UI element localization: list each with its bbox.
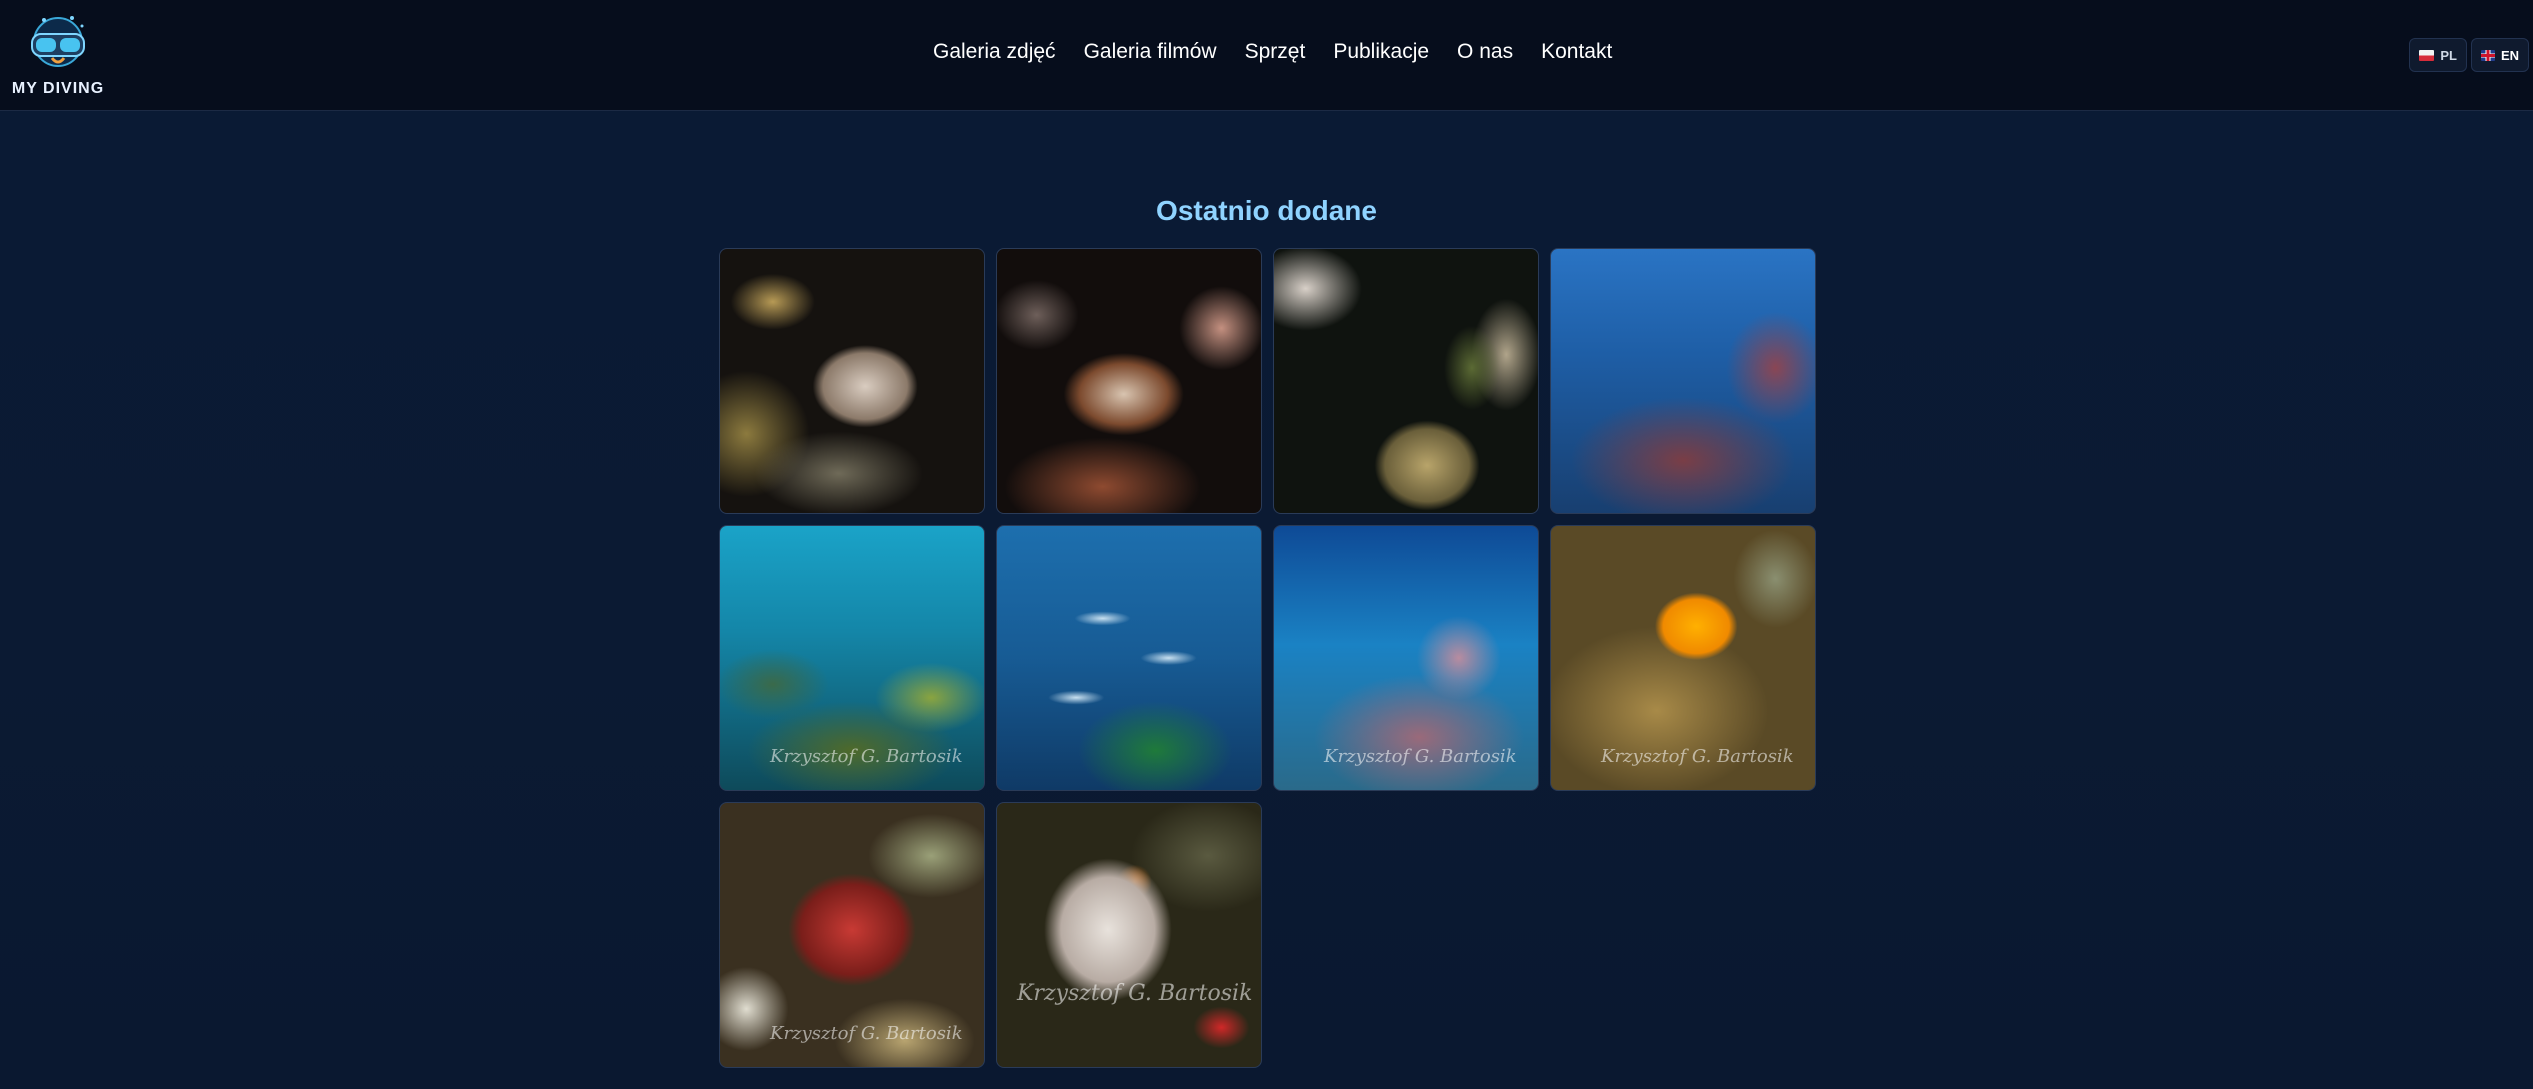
language-button-pl[interactable]: PL [2409,38,2467,72]
photo-thumbnail[interactable]: Krzysztof G. Bartosik [719,802,985,1068]
nav-item-video-gallery[interactable]: Galeria filmów [1084,40,1217,64]
site-logo[interactable]: MY DIVING [8,12,108,100]
flag-uk-icon [2481,49,2495,61]
nav-item-contact[interactable]: Kontakt [1541,40,1612,64]
section-title-recent: Ostatnio dodane [1156,195,1377,226]
photo-thumbnail[interactable] [996,525,1262,791]
site-header: MY DIVING Galeria zdjęć Galeria filmów S… [0,0,2533,111]
recent-photos-grid: Krzysztof G. Bartosik Krzysztof G. Barto… [719,248,1816,1068]
photo-thumbnail[interactable] [1550,248,1816,514]
nav-item-photo-gallery[interactable]: Galeria zdjęć [933,40,1056,64]
flag-pl-icon [2419,49,2435,61]
photo-thumbnail[interactable]: Krzysztof G. Bartosik [719,525,985,791]
photo-thumbnail[interactable]: Krzysztof G. Bartosik [1550,525,1816,791]
language-button-en[interactable]: EN [2471,38,2529,72]
photo-thumbnail[interactable] [996,248,1262,514]
nav-item-equipment[interactable]: Sprzęt [1245,40,1306,64]
photo-signature-watermark: Krzysztof G. Bartosik [1324,746,1517,767]
photo-signature-watermark: Krzysztof G. Bartosik [770,1023,963,1044]
photo-thumbnail[interactable]: Krzysztof G. Bartosik [1273,525,1539,791]
diving-mask-logo-icon [31,16,85,67]
photo-thumbnail[interactable]: Krzysztof G. Bartosik [996,802,1262,1068]
logo-text: MY DIVING [11,80,105,97]
photo-signature-watermark: Krzysztof G. Bartosik [770,746,963,767]
nav-item-publications[interactable]: Publikacje [1333,40,1429,64]
language-code: EN [2500,47,2519,63]
photo-thumbnail[interactable] [1273,248,1539,514]
language-code: PL [2440,47,2457,63]
photo-signature-watermark: Krzysztof G. Bartosik [1017,981,1253,1006]
page: MY DIVING Galeria zdjęć Galeria filmów S… [0,0,2533,1089]
main-nav: Galeria zdjęć Galeria filmów Sprzęt Publ… [933,40,1612,64]
photo-signature-watermark: Krzysztof G. Bartosik [1601,746,1794,767]
photo-thumbnail[interactable] [719,248,985,514]
nav-item-about-us[interactable]: O nas [1457,40,1513,64]
